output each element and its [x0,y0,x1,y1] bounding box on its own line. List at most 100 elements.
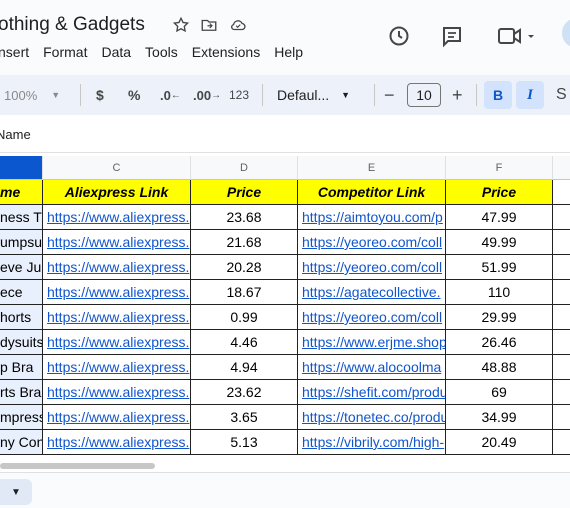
font-size-increase-button[interactable]: + [452,75,463,115]
empty-cell[interactable] [553,255,570,280]
meet-icon[interactable] [496,24,536,48]
header-cell-name[interactable]: me [0,180,43,205]
empty-cell[interactable] [553,305,570,330]
aliexpress-link-cell[interactable]: https://www.aliexpress. [43,205,191,230]
price-cell[interactable]: 3.65 [191,405,298,430]
competitor-price-cell[interactable]: 69 [446,380,553,405]
header-cell-empty[interactable] [553,180,570,205]
price-cell[interactable]: 21.68 [191,230,298,255]
menu-data[interactable]: Data [101,44,131,60]
competitor-price-cell[interactable]: 26.46 [446,330,553,355]
cloud-status-icon[interactable] [228,16,248,34]
comment-icon[interactable] [440,24,464,48]
competitor-price-cell[interactable]: 29.99 [446,305,553,330]
decrease-decimal-button[interactable]: .0 ← [160,75,181,115]
strikethrough-icon[interactable]: S [556,75,567,115]
zoom-select[interactable]: 100% ▼ [4,75,60,115]
competitor-price-cell[interactable]: 51.99 [446,255,553,280]
column-header-e[interactable]: E [298,156,446,180]
competitor-link-cell[interactable]: https://www.alocoolma [298,355,446,380]
price-cell[interactable]: 23.62 [191,380,298,405]
empty-cell[interactable] [553,330,570,355]
aliexpress-link-cell[interactable]: https://www.aliexpress. [43,305,191,330]
empty-cell[interactable] [553,405,570,430]
competitor-price-cell[interactable]: 110 [446,280,553,305]
competitor-price-cell[interactable]: 47.99 [446,205,553,230]
account-avatar[interactable] [562,18,570,48]
empty-cell[interactable] [553,230,570,255]
empty-cell[interactable] [553,205,570,230]
price-cell[interactable]: 4.46 [191,330,298,355]
horizontal-scrollbar[interactable] [0,463,155,469]
competitor-price-cell[interactable]: 34.99 [446,405,553,430]
empty-cell[interactable] [553,355,570,380]
aliexpress-link-cell[interactable]: https://www.aliexpress. [43,405,191,430]
price-cell[interactable]: 5.13 [191,430,298,455]
empty-cell[interactable] [553,380,570,405]
menu-tools[interactable]: Tools [145,44,178,60]
competitor-link-cell[interactable]: https://yeoreo.com/coll [298,255,446,280]
column-header-c[interactable]: C [43,156,191,180]
header-cell-competitor[interactable]: Competitor Link [298,180,446,205]
font-size-field[interactable]: 10 [407,75,441,115]
column-header-b[interactable] [0,156,43,180]
competitor-link-cell[interactable]: https://aimtoyou.com/p [298,205,446,230]
competitor-link-cell[interactable]: https://shefit.com/produ [298,380,446,405]
font-family-select[interactable]: Defaul... ▼ [277,75,350,115]
name-cell[interactable]: mpress [0,405,43,430]
aliexpress-link-cell[interactable]: https://www.aliexpress. [43,430,191,455]
price-cell[interactable]: 20.28 [191,255,298,280]
name-box[interactable]: Name [0,127,31,142]
move-to-folder-icon[interactable] [200,16,218,34]
increase-decimal-button[interactable]: .00 → [193,75,221,115]
header-cell-aliexpress[interactable]: Aliexpress Link [43,180,191,205]
name-cell[interactable]: p Bra [0,355,43,380]
name-cell[interactable]: umpsuit [0,230,43,255]
document-title[interactable]: othing & Gadgets [0,14,145,36]
aliexpress-link-cell[interactable]: https://www.aliexpress. [43,330,191,355]
column-header-g[interactable] [553,156,570,180]
aliexpress-link-cell[interactable]: https://www.aliexpress. [43,255,191,280]
price-cell[interactable]: 18.67 [191,280,298,305]
aliexpress-link-cell[interactable]: https://www.aliexpress. [43,380,191,405]
name-cell[interactable]: rts Bra [0,380,43,405]
competitor-link-cell[interactable]: https://yeoreo.com/coll [298,230,446,255]
column-header-f[interactable]: F [446,156,553,180]
star-icon[interactable] [172,16,190,34]
italic-button[interactable]: I [516,75,544,115]
column-header-d[interactable]: D [191,156,298,180]
name-cell[interactable]: ness Tr [0,205,43,230]
aliexpress-link-cell[interactable]: https://www.aliexpress. [43,230,191,255]
empty-cell[interactable] [553,280,570,305]
name-cell[interactable]: eve Jur [0,255,43,280]
empty-cell[interactable] [553,430,570,455]
all-sheets-button[interactable]: ▼ [0,479,32,505]
name-cell[interactable]: dysuits [0,330,43,355]
aliexpress-link-cell[interactable]: https://www.aliexpress. [43,280,191,305]
competitor-link-cell[interactable]: https://yeoreo.com/coll [298,305,446,330]
history-icon[interactable] [387,24,411,48]
name-cell[interactable]: ny Con [0,430,43,455]
currency-format-button[interactable]: $ [96,75,104,115]
competitor-price-cell[interactable]: 48.88 [446,355,553,380]
menu-help[interactable]: Help [274,44,303,60]
price-cell[interactable]: 4.94 [191,355,298,380]
competitor-price-cell[interactable]: 20.49 [446,430,553,455]
menu-extensions[interactable]: Extensions [192,44,260,60]
price-cell[interactable]: 23.68 [191,205,298,230]
menu-format[interactable]: Format [43,44,87,60]
price-cell[interactable]: 0.99 [191,305,298,330]
header-cell-competitor-price[interactable]: Price [446,180,553,205]
more-formats-button[interactable]: 123 [229,75,249,115]
name-cell[interactable]: horts [0,305,43,330]
font-size-decrease-button[interactable]: − [384,75,395,115]
menu-insert[interactable]: nsert [0,44,29,60]
header-cell-price[interactable]: Price [191,180,298,205]
competitor-price-cell[interactable]: 49.99 [446,230,553,255]
competitor-link-cell[interactable]: https://vibrily.com/high- [298,430,446,455]
name-cell[interactable]: ece [0,280,43,305]
competitor-link-cell[interactable]: https://agatecollective. [298,280,446,305]
competitor-link-cell[interactable]: https://www.erjme.shop [298,330,446,355]
percent-format-button[interactable]: % [128,75,140,115]
bold-button[interactable]: B [484,75,512,115]
